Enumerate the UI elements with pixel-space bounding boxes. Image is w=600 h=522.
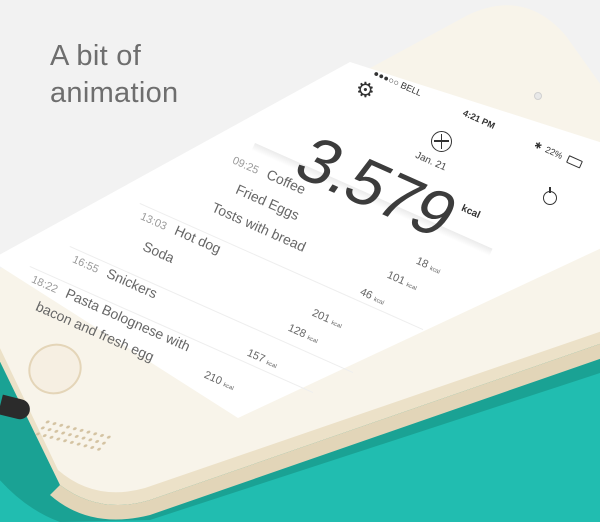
kcal-number: 18 <box>414 255 431 271</box>
kcal-value: 201 kcal <box>310 307 344 331</box>
kcal-value: 157 kcal <box>245 347 279 371</box>
add-entry-button[interactable] <box>431 131 452 152</box>
list-item[interactable]: Soda <box>140 238 177 268</box>
kcal-suffix: kcal <box>306 335 319 346</box>
bluetooth-icon: ✱ <box>532 139 544 152</box>
entry-time: 09:25 <box>230 154 261 177</box>
entry-name: Soda <box>140 238 177 266</box>
kcal-unit-label: kcal <box>459 203 482 221</box>
time-label: 4:21 PM <box>461 107 497 131</box>
plus-icon-vertical <box>440 134 442 149</box>
kcal-value: 18 kcal <box>414 255 443 277</box>
kcal-suffix: kcal <box>372 296 385 307</box>
kcal-number: 101 <box>385 269 407 288</box>
screen: ●●●○○ BELL 4:21 PM ✱ 22% ⚙ Jan. 21 3.579… <box>0 0 600 522</box>
kcal-number: 46 <box>358 286 375 302</box>
kcal-suffix: kcal <box>330 320 343 331</box>
kcal-value: 128 kcal <box>286 322 320 346</box>
kcal-number: 201 <box>310 307 332 326</box>
kcal-value: 101 kcal <box>385 269 419 293</box>
kcal-suffix: kcal <box>428 265 441 276</box>
gear-icon[interactable]: ⚙ <box>356 80 375 101</box>
kcal-value: 210 kcal <box>202 369 236 393</box>
kcal-number: 210 <box>202 369 224 388</box>
stopwatch-hand <box>549 187 551 193</box>
battery-icon <box>566 155 583 169</box>
carrier-label: ●●●○○ BELL <box>371 68 424 99</box>
kcal-suffix: kcal <box>405 282 418 293</box>
kcal-suffix: kcal <box>265 360 278 371</box>
kcal-value: 46 kcal <box>358 286 387 308</box>
battery-percent: 22% <box>543 144 565 161</box>
stopwatch-icon[interactable] <box>543 187 557 205</box>
kcal-suffix: kcal <box>222 382 235 393</box>
entry-name: Hot dog <box>172 222 224 257</box>
kcal-number: 128 <box>286 322 308 341</box>
